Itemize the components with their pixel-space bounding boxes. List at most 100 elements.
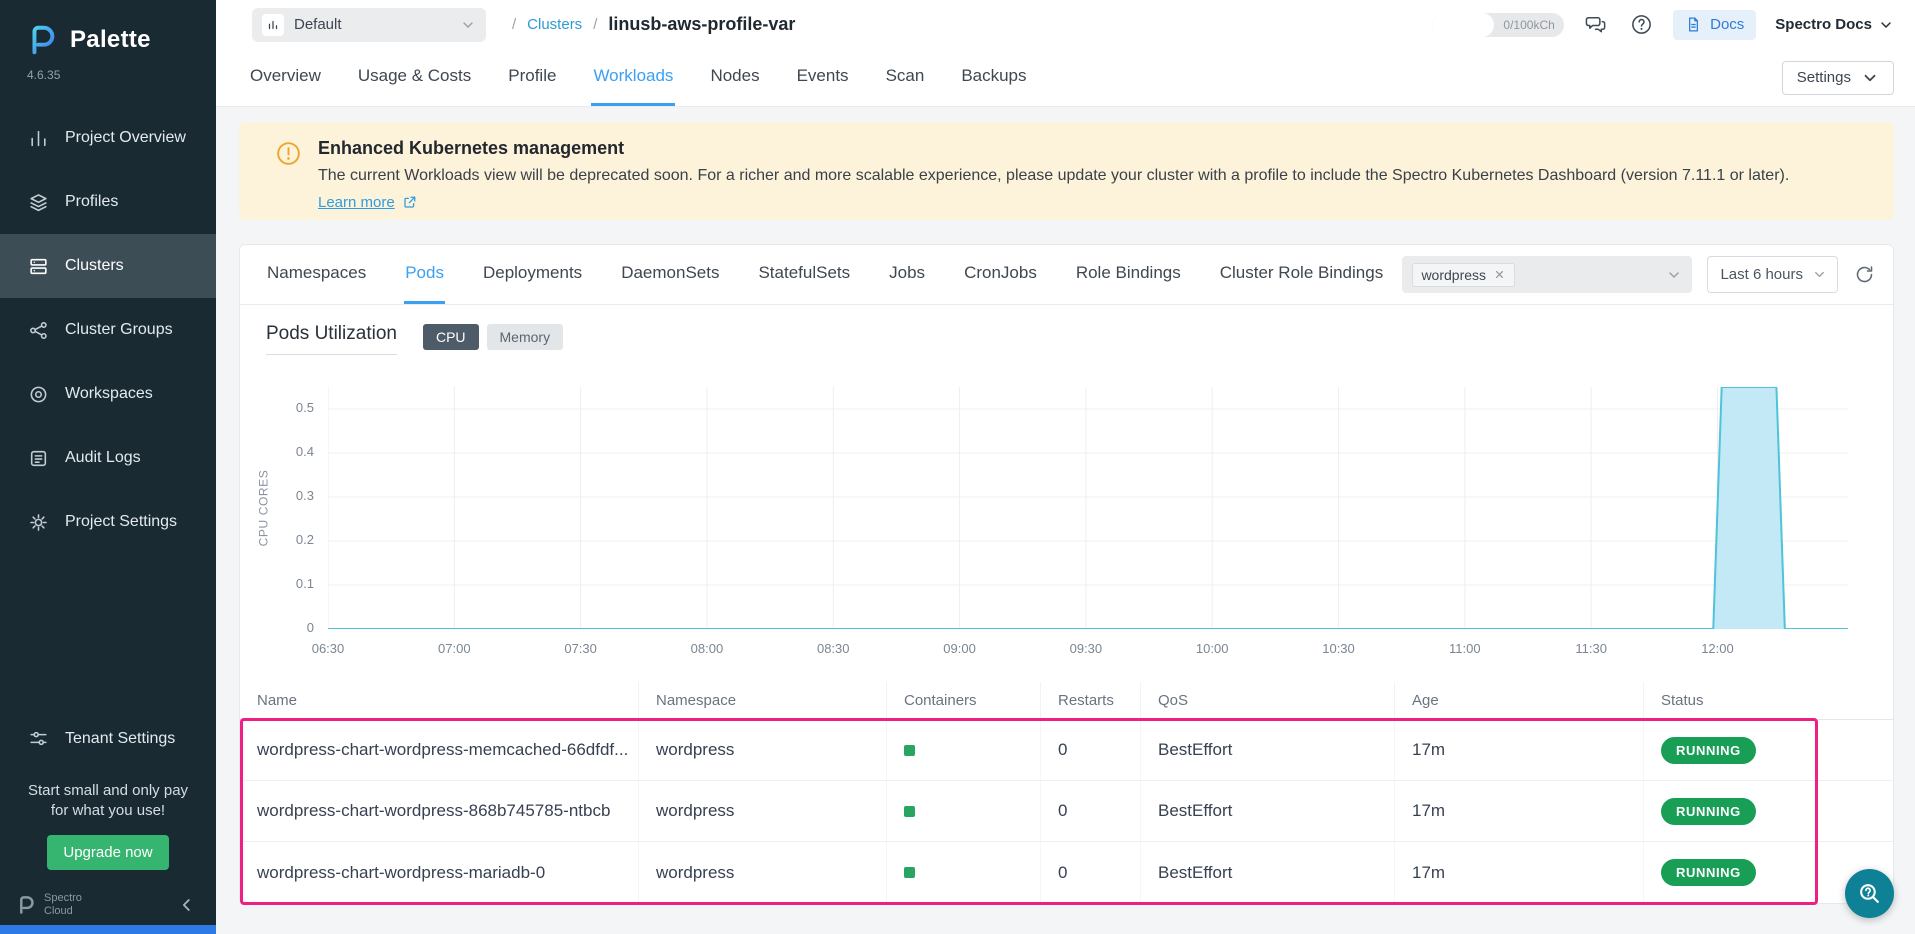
utilization-title: Pods Utilization (266, 323, 397, 355)
table-body: wordpress-chart-wordpress-memcached-66df… (240, 720, 1893, 903)
workload-tab-deployments[interactable]: Deployments (482, 245, 583, 304)
cell-containers (887, 781, 1041, 841)
spectro-cloud-brand: Spectro Cloud (16, 892, 82, 917)
cell-namespace: wordpress (639, 720, 887, 780)
layers-icon (27, 191, 49, 213)
tab-backups[interactable]: Backups (959, 49, 1028, 106)
settings-button[interactable]: Settings (1782, 61, 1894, 95)
palette-logo-icon (26, 24, 58, 56)
table-row[interactable]: wordpress-chart-wordpress-868b745785-ntb… (240, 781, 1893, 842)
tab-overview[interactable]: Overview (248, 49, 323, 106)
sidebar-item-workspaces[interactable]: Workspaces (0, 362, 216, 426)
chevron-down-icon (1666, 267, 1682, 283)
column-header-restarts[interactable]: Restarts (1041, 682, 1141, 719)
y-tick-label: 0.4 (240, 444, 314, 459)
workload-tab-statefulsets[interactable]: StatefulSets (757, 245, 851, 304)
sidebar-item-profiles[interactable]: Profiles (0, 170, 216, 234)
cell-namespace: wordpress (639, 842, 887, 903)
x-tick-label: 11:30 (1561, 641, 1621, 656)
toggle-memory[interactable]: Memory (487, 324, 564, 350)
breadcrumb-clusters-link[interactable]: Clusters (527, 16, 582, 33)
app-root: Palette 4.6.35 Project OverviewProfilesC… (0, 0, 1915, 934)
usage-pill[interactable]: 0/100kCh (1432, 13, 1564, 37)
chat-icon[interactable] (1583, 12, 1609, 38)
workload-tab-cluster-role-bindings[interactable]: Cluster Role Bindings (1219, 245, 1384, 304)
docs-button[interactable]: Docs (1673, 10, 1756, 40)
version-label: 4.6.35 (0, 56, 216, 82)
tab-nodes[interactable]: Nodes (708, 49, 761, 106)
breadcrumb: / Clusters / linusb-aws-profile-var (512, 14, 795, 35)
column-header-containers[interactable]: Containers (887, 682, 1041, 719)
table-row[interactable]: wordpress-chart-wordpress-mariadb-0wordp… (240, 842, 1893, 903)
y-axis-title: CPU CORES (250, 387, 276, 629)
sliders-icon (27, 728, 49, 750)
tab-scan[interactable]: Scan (884, 49, 927, 106)
target-icon (27, 383, 49, 405)
utilization-toggles: CPU Memory (423, 324, 563, 350)
bottom-left-strip (0, 925, 216, 934)
sidebar-footer: Spectro Cloud (0, 870, 216, 922)
tab-profile[interactable]: Profile (506, 49, 558, 106)
table-row[interactable]: wordpress-chart-wordpress-memcached-66df… (240, 720, 1893, 781)
sidebar-item-tenant-settings[interactable]: Tenant Settings (0, 711, 216, 767)
docs-icon (1685, 16, 1702, 33)
brand-name: Palette (70, 26, 151, 54)
workload-tab-pods[interactable]: Pods (404, 245, 445, 304)
column-header-qos[interactable]: QoS (1141, 682, 1395, 719)
x-tick-label: 08:30 (803, 641, 863, 656)
y-tick-label: 0.1 (240, 576, 314, 591)
workload-tab-cronjobs[interactable]: CronJobs (963, 245, 1038, 304)
workload-tab-namespaces[interactable]: Namespaces (266, 245, 367, 304)
chart-plot (328, 387, 1848, 629)
cell-qos: BestEffort (1141, 720, 1395, 780)
usage-pill-label: 0/100kCh (1494, 18, 1564, 32)
cluster-tabs: Overview Usage & Costs Profile Workloads Nod… (248, 49, 1029, 106)
chevron-down-icon (460, 17, 476, 33)
tab-events[interactable]: Events (795, 49, 851, 106)
sidebar-item-label: Cluster Groups (65, 321, 173, 339)
filter-tag-chip[interactable]: wordpress (1412, 263, 1515, 287)
cell-namespace: wordpress (639, 781, 887, 841)
sidebar-item-cluster-groups[interactable]: Cluster Groups (0, 298, 216, 362)
banner-body: Enhanced Kubernetes management The curre… (318, 138, 1789, 220)
help-icon[interactable] (1628, 12, 1654, 38)
content: Enhanced Kubernetes management The curre… (216, 107, 1915, 934)
chevron-down-icon (1878, 17, 1894, 33)
workload-tab-role-bindings[interactable]: Role Bindings (1075, 245, 1182, 304)
gear-icon (27, 511, 49, 533)
external-link-icon (402, 195, 417, 210)
status-badge: RUNNING (1661, 859, 1756, 886)
sidebar-collapse-button[interactable] (170, 892, 204, 918)
column-header-namespace[interactable]: Namespace (639, 682, 887, 719)
column-header-name[interactable]: Name (240, 682, 639, 719)
sidebar-bottom: Tenant Settings Start small and only pay… (0, 711, 216, 934)
close-icon[interactable] (1493, 268, 1506, 281)
upgrade-button[interactable]: Upgrade now (47, 835, 168, 870)
workload-tab-daemonsets[interactable]: DaemonSets (620, 245, 720, 304)
time-range-select[interactable]: Last 6 hours (1707, 256, 1838, 293)
column-header-status[interactable]: Status (1644, 682, 1893, 719)
bar-chart-icon (27, 127, 49, 149)
deprecation-banner: Enhanced Kubernetes management The curre… (239, 122, 1894, 220)
banner-title: Enhanced Kubernetes management (318, 138, 1789, 159)
sidebar-item-project-settings[interactable]: Project Settings (0, 490, 216, 554)
brand: Palette (0, 0, 216, 56)
filter-input[interactable]: wordpress (1402, 256, 1692, 293)
tab-usage-costs[interactable]: Usage & Costs (356, 49, 473, 106)
cell-qos: BestEffort (1141, 781, 1395, 841)
project-selector[interactable]: Default (252, 8, 486, 42)
toggle-cpu[interactable]: CPU (423, 324, 479, 350)
refresh-icon[interactable] (1853, 264, 1875, 286)
workload-tab-jobs[interactable]: Jobs (888, 245, 926, 304)
account-menu[interactable]: Spectro Docs (1775, 16, 1894, 33)
sidebar-item-clusters[interactable]: Clusters (0, 234, 216, 298)
learn-more-link[interactable]: Learn more (318, 194, 417, 211)
sidebar-item-audit-logs[interactable]: Audit Logs (0, 426, 216, 490)
column-header-age[interactable]: Age (1395, 682, 1644, 719)
sidebar-item-project-overview[interactable]: Project Overview (0, 106, 216, 170)
cell-restarts: 0 (1041, 781, 1141, 841)
tab-workloads[interactable]: Workloads (591, 49, 675, 106)
support-fab[interactable] (1845, 869, 1894, 918)
cell-restarts: 0 (1041, 842, 1141, 903)
workload-tabbar: Namespaces Pods Deployments DaemonSets State… (240, 245, 1893, 305)
